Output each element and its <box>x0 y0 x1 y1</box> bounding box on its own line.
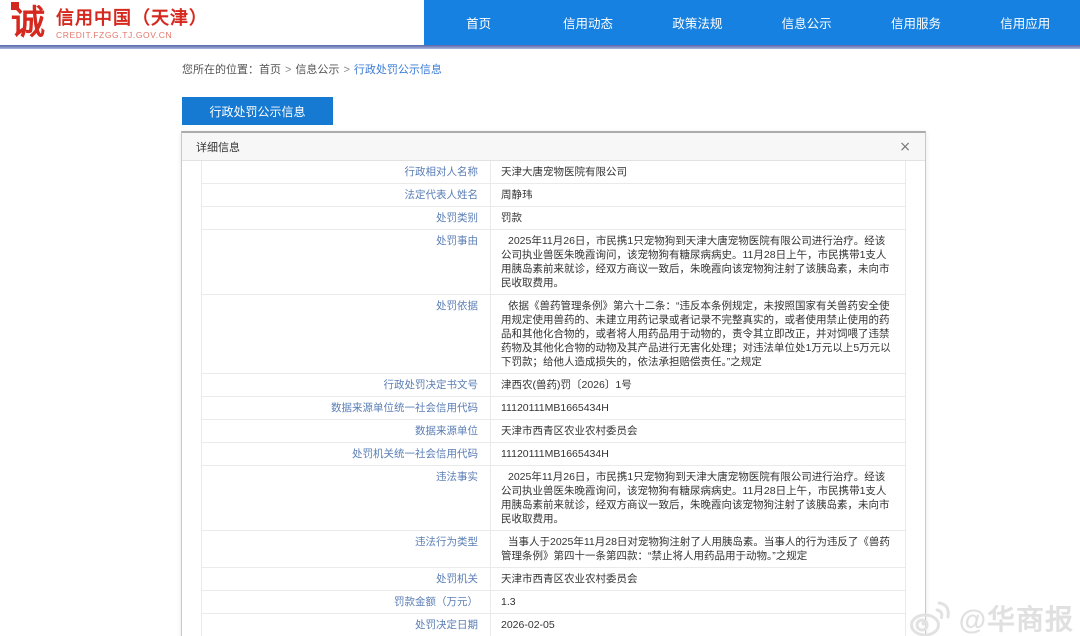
field-label: 数据来源单位统一社会信用代码 <box>202 397 491 419</box>
table-row: 数据来源单位天津市西青区农业农村委员会 <box>202 419 905 442</box>
site-logo[interactable]: 诚 信用中国（天津） CREDIT.FZGG.TJ.GOV.CN <box>8 2 208 44</box>
table-row: 行政相对人名称天津大唐宠物医院有限公司 <box>202 161 905 183</box>
field-value: 2025年11月26日，市民携1只宠物狗到天津大唐宠物医院有限公司进行治疗。经该… <box>491 230 905 294</box>
breadcrumb-items: 首页 > 信息公示 > 行政处罚公示信息 <box>259 64 442 76</box>
field-value: 天津市西青区农业农村委员会 <box>491 420 905 442</box>
table-row: 数据来源单位统一社会信用代码11120111MB1665434H <box>202 396 905 419</box>
field-value: 11120111MB1665434H <box>491 397 905 419</box>
watermark-text: @华商报 <box>959 598 1074 636</box>
detail-panel: 详细信息 × 行政相对人名称天津大唐宠物医院有限公司法定代表人姓名周静玮处罚类别… <box>181 131 926 636</box>
breadcrumb-current: 行政处罚公示信息 <box>354 64 442 76</box>
nav-item-credit-services[interactable]: 信用服务 <box>861 0 970 45</box>
field-value: 1.3 <box>491 591 905 613</box>
table-row: 处罚机关统一社会信用代码11120111MB1665434H <box>202 442 905 465</box>
watermark: @华商报 <box>909 598 1074 636</box>
detail-table: 行政相对人名称天津大唐宠物医院有限公司法定代表人姓名周静玮处罚类别罚款处罚事由2… <box>201 161 906 636</box>
field-value: 11120111MB1665434H <box>491 443 905 465</box>
field-value: 天津市西青区农业农村委员会 <box>491 568 905 590</box>
table-row: 行政处罚决定书文号津西农(兽药)罚〔2026〕1号 <box>202 373 905 396</box>
field-label: 处罚机关 <box>202 568 491 590</box>
breadcrumb-separator: > <box>285 64 291 76</box>
field-value: 2025年11月26日，市民携1只宠物狗到天津大唐宠物医院有限公司进行治疗。经该… <box>491 466 905 530</box>
main-nav: 首页信用动态政策法规信息公示信用服务信用应用 <box>424 0 1080 45</box>
breadcrumb: 您所在的位置：首页 > 信息公示 > 行政处罚公示信息 <box>182 61 442 77</box>
table-row: 违法事实2025年11月26日，市民携1只宠物狗到天津大唐宠物医院有限公司进行治… <box>202 465 905 530</box>
field-label: 处罚依据 <box>202 295 491 373</box>
nav-item-home[interactable]: 首页 <box>424 0 533 45</box>
field-label: 罚款金额（万元） <box>202 591 491 613</box>
table-row: 处罚依据依据《兽药管理条例》第六十二条：“违反本条例规定，未按照国家有关兽药安全… <box>202 294 905 373</box>
tab-administrative-penalty[interactable]: 行政处罚公示信息 <box>182 97 333 125</box>
nav-item-credit-news[interactable]: 信用动态 <box>533 0 642 45</box>
table-row: 处罚决定日期2026-02-05 <box>202 613 905 636</box>
table-row: 处罚类别罚款 <box>202 206 905 229</box>
logo-seal-icon <box>11 2 19 10</box>
field-label: 违法事实 <box>202 466 491 530</box>
header-divider <box>0 45 1080 49</box>
field-value: 依据《兽药管理条例》第六十二条：“违反本条例规定，未按照国家有关兽药安全使用规定… <box>491 295 905 373</box>
nav-item-policies[interactable]: 政策法规 <box>643 0 752 45</box>
field-label: 违法行为类型 <box>202 531 491 567</box>
field-label: 数据来源单位 <box>202 420 491 442</box>
site-url: CREDIT.FZGG.TJ.GOV.CN <box>56 30 208 40</box>
field-value: 2026-02-05 <box>491 614 905 636</box>
field-value: 津西农(兽药)罚〔2026〕1号 <box>491 374 905 396</box>
close-icon[interactable]: × <box>899 140 911 154</box>
site-title: 信用中国（天津） <box>56 7 208 29</box>
nav-item-credit-applications[interactable]: 信用应用 <box>971 0 1080 45</box>
field-label: 处罚决定日期 <box>202 614 491 636</box>
field-label: 处罚事由 <box>202 230 491 294</box>
detail-panel-header: 详细信息 × <box>182 133 925 161</box>
page-header: 诚 信用中国（天津） CREDIT.FZGG.TJ.GOV.CN 首页信用动态政… <box>0 0 1080 45</box>
nav-item-info-disclosure[interactable]: 信息公示 <box>752 0 861 45</box>
logo-text: 信用中国（天津） CREDIT.FZGG.TJ.GOV.CN <box>56 7 208 40</box>
field-value: 罚款 <box>491 207 905 229</box>
breadcrumb-separator: > <box>343 64 349 76</box>
field-label: 行政处罚决定书文号 <box>202 374 491 396</box>
breadcrumb-link[interactable]: 信息公示 <box>295 64 339 76</box>
field-label: 法定代表人姓名 <box>202 184 491 206</box>
field-label: 行政相对人名称 <box>202 161 491 183</box>
field-value: 天津大唐宠物医院有限公司 <box>491 161 905 183</box>
table-row: 处罚机关天津市西青区农业农村委员会 <box>202 567 905 590</box>
table-row: 违法行为类型当事人于2025年11月28日对宠物狗注射了人用胰岛素。当事人的行为… <box>202 530 905 567</box>
field-value: 当事人于2025年11月28日对宠物狗注射了人用胰岛素。当事人的行为违反了《兽药… <box>491 531 905 567</box>
field-value: 周静玮 <box>491 184 905 206</box>
breadcrumb-link[interactable]: 首页 <box>259 64 281 76</box>
panel-title: 详细信息 <box>196 139 240 155</box>
logo-stamp-icon: 诚 <box>8 2 48 44</box>
table-row: 罚款金额（万元）1.3 <box>202 590 905 613</box>
table-row: 法定代表人姓名周静玮 <box>202 183 905 206</box>
field-label: 处罚类别 <box>202 207 491 229</box>
breadcrumb-prefix: 您所在的位置： <box>182 64 259 76</box>
field-label: 处罚机关统一社会信用代码 <box>202 443 491 465</box>
table-row: 处罚事由2025年11月26日，市民携1只宠物狗到天津大唐宠物医院有限公司进行治… <box>202 229 905 294</box>
